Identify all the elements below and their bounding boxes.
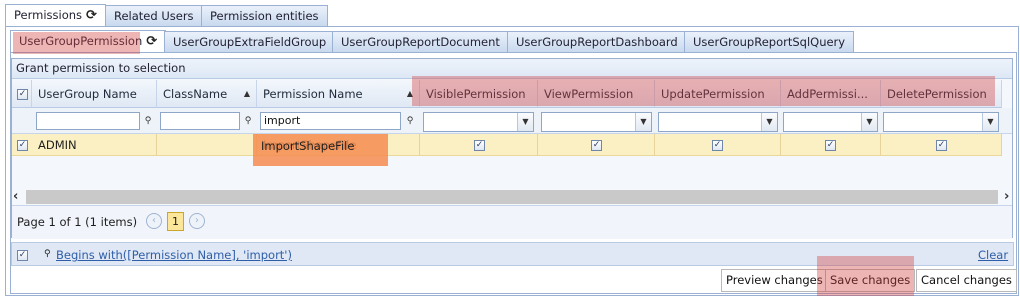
column-permission-name[interactable]: Permission Name ▲ xyxy=(257,80,420,108)
pager xyxy=(12,205,1012,239)
clear-filter-link[interactable]: Clear xyxy=(978,248,1008,262)
update-filter-combo[interactable]: ▼ xyxy=(658,112,778,132)
sort-asc-icon: ▲ xyxy=(243,89,250,98)
chevron-down-icon[interactable]: ▼ xyxy=(982,113,998,131)
scroll-left-icon[interactable]: ‹ xyxy=(13,189,18,204)
select-all-checkbox[interactable]: ✓ xyxy=(17,89,28,100)
filter-icon[interactable]: ⚲ xyxy=(142,113,154,129)
add-filter-combo[interactable]: ▼ xyxy=(783,112,878,132)
filter-icon: ⚲ xyxy=(44,249,51,259)
tab-permission-entities[interactable]: Permission entities xyxy=(201,5,328,26)
tab-usergroup-extrafieldgroup-label: UserGroupExtraFieldGroup xyxy=(173,35,327,49)
tab-permissions-label: Permissions xyxy=(14,8,83,22)
usergroup-name-cell: ADMIN xyxy=(32,134,157,156)
visible-filter-combo[interactable]: ▼ xyxy=(423,112,534,132)
delete-filter-combo[interactable]: ▼ xyxy=(883,112,999,132)
tab-usergroup-reportsqlquery-label: UserGroupReportSqlQuery xyxy=(693,35,846,49)
permission-name-cell-overlay-text: ImportShapeFile xyxy=(261,139,355,153)
add-permission-checkbox[interactable]: ✓ xyxy=(825,140,836,151)
refresh-icon[interactable]: ⟳ xyxy=(86,8,97,23)
permission-filter-input[interactable]: import xyxy=(260,112,401,130)
scroll-right-icon[interactable]: › xyxy=(1004,189,1009,204)
filter-enabled-checkbox[interactable]: ✓ xyxy=(17,250,28,261)
view-filter-combo[interactable]: ▼ xyxy=(541,112,652,132)
view-permission-checkbox[interactable]: ✓ xyxy=(591,140,602,151)
prev-page-icon[interactable]: ‹ xyxy=(146,213,162,229)
column-usergroup-name-label: UserGroup Name xyxy=(38,87,137,101)
classname-filter-input[interactable] xyxy=(160,112,240,130)
tab-usergroup-reportdashboard-label: UserGroupReportDashboard xyxy=(516,35,678,49)
filter-icon[interactable]: ⚲ xyxy=(242,113,254,129)
row-select-checkbox[interactable]: ✓ xyxy=(17,140,28,151)
horizontal-scrollbar[interactable] xyxy=(26,190,998,204)
tab-usergroup-extrafieldgroup[interactable]: UserGroupExtraFieldGroup xyxy=(164,31,336,52)
highlight-marker xyxy=(412,76,995,106)
column-usergroup-name[interactable]: UserGroup Name xyxy=(32,80,157,108)
usergroup-filter-input[interactable] xyxy=(36,112,140,130)
highlight-marker xyxy=(817,256,914,296)
tab-usergroup-reportdocument[interactable]: UserGroupReportDocument xyxy=(332,31,509,52)
visible-permission-checkbox[interactable]: ✓ xyxy=(474,140,485,151)
pager-summary: Page 1 of 1 (1 items) xyxy=(17,215,138,229)
delete-permission-checkbox[interactable]: ✓ xyxy=(936,140,947,151)
tab-usergroup-reportdashboard[interactable]: UserGroupReportDashboard xyxy=(507,31,687,52)
cancel-changes-button[interactable]: Cancel changes xyxy=(916,269,1017,292)
column-permission-name-label: Permission Name xyxy=(263,87,363,101)
current-page[interactable]: 1 xyxy=(167,212,184,231)
chevron-down-icon[interactable]: ▼ xyxy=(861,113,877,131)
tab-permissions[interactable]: Permissions ⟳ xyxy=(5,4,106,27)
refresh-icon[interactable]: ⟳ xyxy=(146,34,157,49)
tab-related-users-label: Related Users xyxy=(114,9,194,23)
tab-usergroup-reportdocument-label: UserGroupReportDocument xyxy=(341,35,500,49)
tab-usergroup-reportsqlquery[interactable]: UserGroupReportSqlQuery xyxy=(684,31,855,52)
column-classname[interactable]: ClassName ▲ xyxy=(157,80,257,108)
chevron-down-icon[interactable]: ▼ xyxy=(517,113,533,131)
tab-permission-entities-label: Permission entities xyxy=(210,9,319,23)
classname-cell xyxy=(157,134,257,156)
tab-related-users[interactable]: Related Users xyxy=(105,5,203,26)
filter-icon[interactable]: ⚲ xyxy=(404,113,416,129)
next-page-icon[interactable]: › xyxy=(189,213,205,229)
chevron-down-icon[interactable]: ▼ xyxy=(761,113,777,131)
chevron-down-icon[interactable]: ▼ xyxy=(635,113,651,131)
filter-expression-link[interactable]: Begins with([Permission Name], 'import') xyxy=(56,248,292,262)
column-classname-label: ClassName xyxy=(163,87,228,101)
update-permission-checkbox[interactable]: ✓ xyxy=(712,140,723,151)
highlight-marker xyxy=(13,32,140,54)
preview-changes-button[interactable]: Preview changes xyxy=(721,269,828,292)
